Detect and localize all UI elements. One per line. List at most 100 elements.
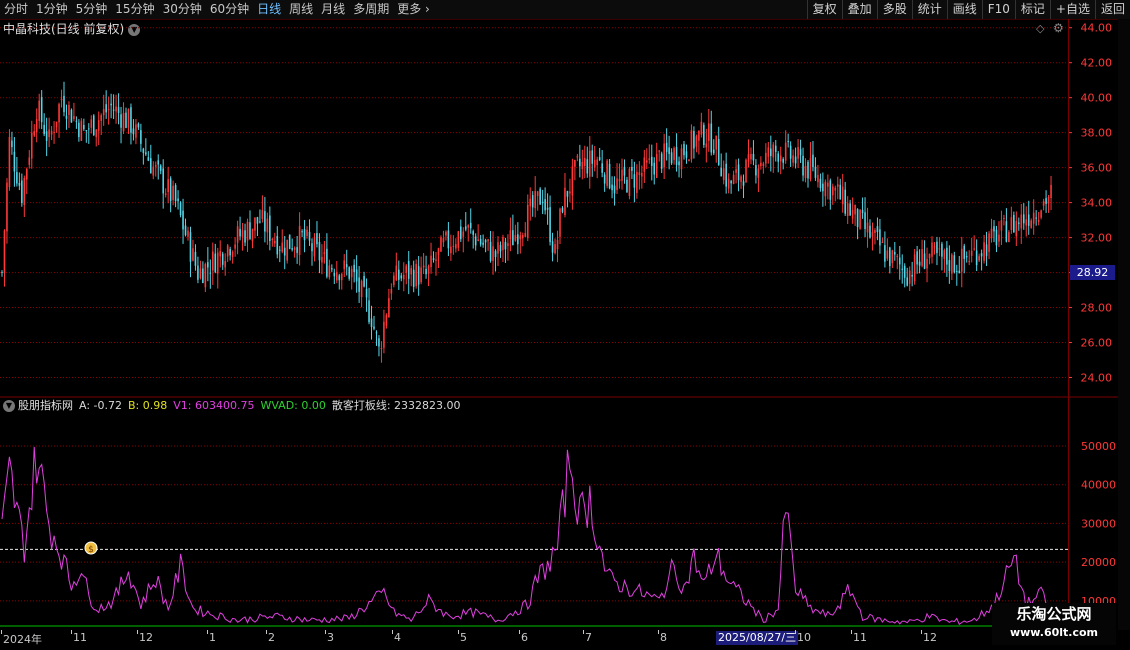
- money-bag-glyph: $: [88, 545, 94, 555]
- candle-body: [316, 233, 318, 245]
- period-tab[interactable]: 周线: [285, 0, 317, 19]
- candle-body: [717, 139, 720, 165]
- candle-body: [861, 210, 864, 214]
- candle-body: [65, 115, 68, 119]
- candle-body: [278, 249, 281, 251]
- candle-body: [720, 167, 722, 177]
- candle-body: [499, 245, 502, 252]
- period-tab[interactable]: 多周期: [349, 0, 393, 19]
- candle-body: [507, 243, 509, 246]
- indicator-menu-icon[interactable]: ▼: [3, 400, 15, 412]
- period-tab[interactable]: 60分钟: [206, 0, 253, 19]
- toolbar-button[interactable]: 统计: [911, 0, 947, 19]
- candle-body: [690, 130, 693, 160]
- candle-body: [730, 180, 732, 184]
- chart-title-bar: 中晶科技(日线 前复权) ▼: [3, 21, 141, 37]
- toolbar-button[interactable]: F10: [981, 0, 1015, 19]
- candle-body: [832, 186, 834, 196]
- period-tab[interactable]: 分时: [0, 0, 32, 19]
- chevron-down-icon[interactable]: ▼: [128, 23, 141, 36]
- candle-body: [28, 157, 31, 165]
- candle-body: [554, 244, 556, 254]
- candle-body: [903, 265, 906, 278]
- candle-body: [747, 154, 750, 162]
- candle-body: [283, 247, 286, 256]
- candle-body: [1042, 201, 1045, 206]
- candle-body: [1035, 217, 1037, 219]
- current-price-tag: 28.92: [1070, 265, 1115, 280]
- candle-body: [564, 187, 566, 215]
- candle-body: [551, 241, 554, 253]
- candle-body: [742, 181, 745, 186]
- candle-body: [484, 240, 487, 243]
- period-tab[interactable]: 更多 ›: [393, 0, 434, 19]
- candle-body: [593, 159, 596, 168]
- candle-body: [782, 158, 784, 163]
- period-tab[interactable]: 日线: [253, 0, 285, 19]
- candle-body: [115, 106, 117, 112]
- crosshair-date: 2025/08/27/三: [716, 631, 799, 645]
- toolbar-button[interactable]: 叠加: [841, 0, 877, 19]
- candle-body: [226, 245, 229, 257]
- candle-body: [665, 142, 668, 152]
- candle-body: [380, 347, 383, 349]
- candle-body: [375, 332, 378, 334]
- candle-body: [303, 229, 306, 241]
- price-tick-label: 24.00: [1081, 372, 1113, 385]
- candle-body: [846, 203, 849, 217]
- candle-body: [536, 191, 539, 196]
- candle-body: [774, 145, 777, 152]
- candle-body: [980, 253, 983, 257]
- candle-body: [985, 244, 988, 257]
- candle-body: [581, 161, 584, 169]
- candle-body: [410, 268, 412, 275]
- candle-body: [269, 215, 271, 242]
- date-tick-label: 1: [209, 631, 216, 644]
- period-tab[interactable]: 1分钟: [32, 0, 72, 19]
- candle-body: [584, 157, 586, 166]
- candle-body: [234, 244, 236, 249]
- candle-body: [596, 159, 598, 166]
- period-tab[interactable]: 5分钟: [72, 0, 112, 19]
- candle-body: [941, 243, 943, 257]
- toolbar-button[interactable]: 复权: [806, 0, 842, 19]
- toolbar-button[interactable]: +自选: [1049, 0, 1095, 19]
- toolbar-button[interactable]: 返回: [1094, 0, 1130, 19]
- gear-icon[interactable]: ⚙: [1053, 21, 1064, 35]
- indicator-value: 散客打板线: 2332823.00: [331, 399, 461, 412]
- candle-body: [789, 145, 792, 159]
- candle-body: [541, 201, 544, 204]
- candle-body: [383, 321, 385, 348]
- candle-body: [938, 248, 941, 250]
- candle-body: [549, 207, 551, 243]
- candle-body: [68, 104, 70, 115]
- candle-body: [869, 225, 871, 238]
- candle-body: [876, 226, 879, 232]
- period-tab[interactable]: 30分钟: [159, 0, 206, 19]
- candle-body: [995, 229, 998, 246]
- date-tick-label: 6: [521, 631, 528, 644]
- period-tab[interactable]: 月线: [317, 0, 349, 19]
- candle-body: [779, 155, 782, 162]
- candle-body: [660, 153, 663, 169]
- candle-body: [693, 131, 695, 149]
- candle-body: [933, 246, 936, 248]
- diamond-icon[interactable]: ◇: [1036, 22, 1044, 35]
- candle-body: [740, 176, 742, 182]
- toolbar-button[interactable]: 画线: [946, 0, 982, 19]
- candle-body: [963, 245, 966, 259]
- candle-body: [293, 247, 296, 250]
- candle-body: [462, 231, 465, 237]
- candle-body: [75, 120, 78, 122]
- toolbar-button[interactable]: 多股: [876, 0, 912, 19]
- period-tab[interactable]: 15分钟: [111, 0, 158, 19]
- date-tick-label: 10: [797, 631, 811, 644]
- candle-body: [204, 263, 207, 288]
- price-tick-label: 36.00: [1081, 162, 1113, 175]
- candle-body: [266, 218, 269, 233]
- candle-body: [514, 235, 517, 241]
- toolbar-button[interactable]: 标记: [1014, 0, 1050, 19]
- candle-body: [916, 251, 918, 265]
- indicator-name[interactable]: 股朋指标网: [18, 399, 73, 412]
- top-toolbar: 分时 1分钟 5分钟 15分钟 30分钟 60分钟 日线 周线 月线 多周期 更多 › 复权 叠加 多股…: [0, 0, 1130, 20]
